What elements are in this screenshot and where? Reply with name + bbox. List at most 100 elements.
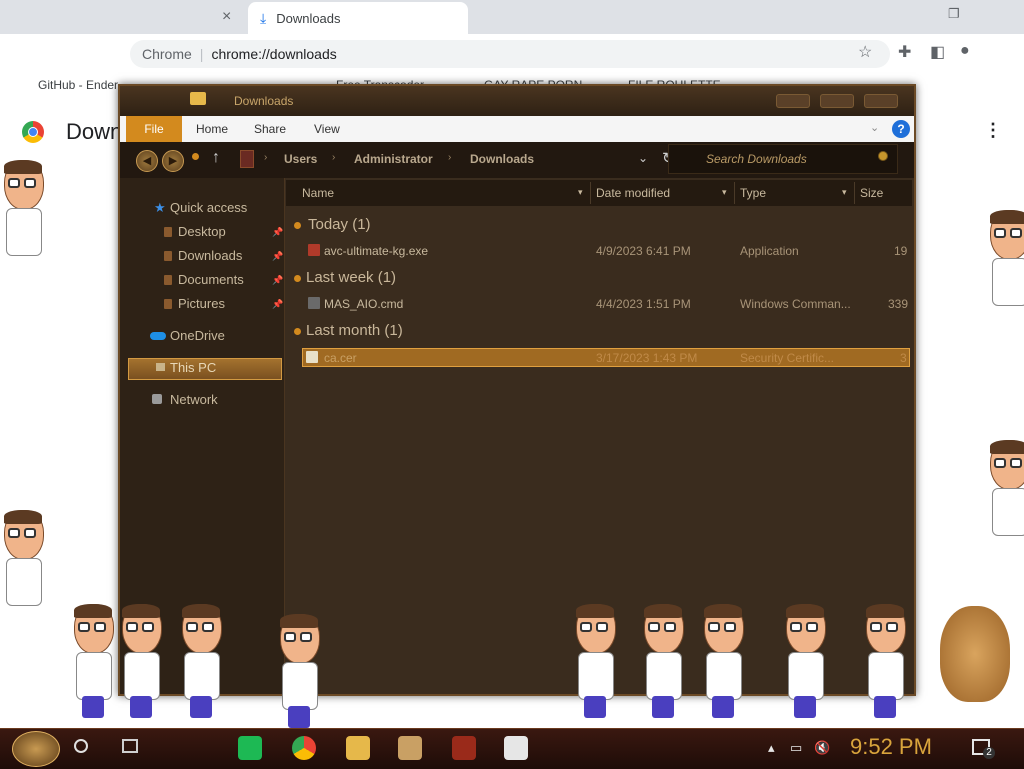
app-taskbar-icon[interactable]: [452, 736, 476, 760]
cartoon-character: [178, 604, 224, 724]
address-app-name: Chrome: [142, 46, 192, 62]
nav-item-documents[interactable]: Documents: [178, 272, 244, 287]
pin-icon[interactable]: 📌: [272, 251, 283, 262]
onedrive-cloud-icon: [150, 332, 166, 340]
nav-quick-access[interactable]: Quick access: [170, 200, 247, 215]
file-name[interactable]: avc-ultimate-kg.exe: [324, 244, 428, 258]
column-size[interactable]: Size: [860, 186, 883, 200]
pin-icon[interactable]: 📌: [272, 275, 283, 286]
ribbon-tab-view[interactable]: View: [314, 122, 340, 136]
back-button[interactable]: ◀: [136, 150, 158, 172]
minimize-button[interactable]: [776, 94, 810, 108]
breadcrumb-users[interactable]: Users: [284, 152, 317, 166]
cartoon-character: [0, 510, 46, 630]
up-arrow-icon[interactable]: ↑: [212, 149, 220, 167]
extensions-icon[interactable]: ✚: [898, 42, 911, 62]
column-dropdown-icon[interactable]: ▾: [578, 187, 583, 198]
address-dropdown-icon[interactable]: ⌄: [638, 151, 648, 165]
nav-onedrive[interactable]: OneDrive: [170, 328, 225, 343]
location-icon: [240, 150, 254, 168]
pin-icon[interactable]: 📌: [272, 299, 283, 310]
ribbon-tab-file[interactable]: File: [126, 116, 182, 142]
nav-item-downloads[interactable]: Downloads: [178, 248, 242, 263]
app-taskbar-icon[interactable]: [398, 736, 422, 760]
help-icon[interactable]: ?: [892, 120, 910, 138]
file-name[interactable]: MAS_AIO.cmd: [324, 297, 403, 311]
ribbon-tab-share[interactable]: Share: [254, 122, 286, 136]
pin-icon[interactable]: 📌: [272, 227, 283, 238]
certificate-file-icon: [306, 351, 318, 363]
file-date: 4/9/2023 6:41 PM: [596, 244, 691, 258]
volume-muted-icon[interactable]: 🔇: [814, 740, 830, 756]
breadcrumb-separator: ›: [448, 152, 452, 163]
browser-tab-strip: [0, 0, 1024, 34]
ribbon-tab-home[interactable]: Home: [196, 122, 228, 136]
explorer-title: Downloads: [234, 94, 294, 108]
nav-network[interactable]: Network: [170, 392, 218, 407]
folder-icon: [190, 92, 206, 105]
bookmark-star-icon[interactable]: ☆: [858, 42, 872, 62]
group-collapse-icon[interactable]: [294, 328, 301, 335]
address-url: chrome://downloads: [211, 46, 337, 62]
cartoon-character: [986, 440, 1024, 560]
file-type: Application: [740, 244, 799, 258]
task-view-icon[interactable]: [122, 739, 138, 753]
close-tab-icon[interactable]: ×: [222, 8, 231, 26]
bookmark-item[interactable]: GitHub - Ender: [38, 78, 118, 92]
group-header-today[interactable]: Today (1): [308, 216, 371, 233]
breadcrumb-administrator[interactable]: Administrator: [354, 152, 433, 166]
file-type: Security Certific...: [740, 351, 835, 365]
taskbar-clock[interactable]: 9:52 PM: [850, 734, 932, 760]
ribbon-expand-icon[interactable]: ⌄: [870, 121, 879, 134]
group-header-last-month[interactable]: Last month (1): [306, 322, 403, 339]
column-dropdown-icon[interactable]: ▾: [842, 187, 847, 198]
file-type: Windows Comman...: [740, 297, 851, 311]
recent-locations-icon[interactable]: [192, 153, 199, 160]
chrome-logo-icon: [22, 121, 44, 143]
nav-item-desktop[interactable]: Desktop: [178, 224, 226, 239]
nav-this-pc[interactable]: This PC: [170, 360, 216, 375]
profile-icon[interactable]: ●: [960, 42, 970, 60]
column-name[interactable]: Name: [302, 186, 334, 200]
documents-icon: [164, 275, 172, 285]
breadcrumb-separator: ›: [264, 152, 268, 163]
pictures-icon: [164, 299, 172, 309]
app-taskbar-icon[interactable]: [504, 736, 528, 760]
window-restore-icon[interactable]: ❐: [948, 6, 960, 22]
file-explorer-taskbar-icon[interactable]: [346, 736, 370, 760]
file-date: 3/17/2023 1:43 PM: [596, 351, 698, 365]
file-name[interactable]: ca.cer: [324, 351, 357, 365]
group-header-last-week[interactable]: Last week (1): [306, 269, 396, 286]
group-collapse-icon[interactable]: [294, 275, 301, 282]
more-menu-icon[interactable]: ⋮: [984, 120, 1002, 141]
maximize-button[interactable]: [820, 94, 854, 108]
computer-icon: [156, 363, 165, 371]
close-button[interactable]: [864, 94, 898, 108]
file-size: 19: [894, 244, 908, 258]
breadcrumb-downloads[interactable]: Downloads: [470, 152, 534, 166]
tray-chevron-icon[interactable]: ▴: [768, 740, 775, 756]
column-divider[interactable]: [854, 182, 855, 204]
forward-button[interactable]: ▶: [162, 150, 184, 172]
network-tray-icon[interactable]: ▭: [790, 740, 802, 756]
spotify-icon[interactable]: [238, 736, 262, 760]
browser-tab-downloads[interactable]: ⤓ Downloads: [248, 2, 468, 34]
column-divider[interactable]: [590, 182, 591, 204]
chrome-taskbar-icon[interactable]: [292, 736, 316, 760]
cartoon-character: [0, 160, 46, 280]
column-date-modified[interactable]: Date modified: [596, 186, 670, 200]
star-icon: ★: [154, 200, 166, 215]
start-button[interactable]: [12, 731, 60, 767]
address-bar[interactable]: Chrome | chrome://downloads: [130, 40, 890, 68]
column-dropdown-icon[interactable]: ▾: [722, 187, 727, 198]
column-type[interactable]: Type: [740, 186, 766, 200]
group-collapse-icon[interactable]: [294, 222, 301, 229]
column-divider[interactable]: [734, 182, 735, 204]
search-icon[interactable]: [878, 151, 888, 161]
cartoon-character: [862, 604, 908, 724]
nav-item-pictures[interactable]: Pictures: [178, 296, 225, 311]
cortana-icon[interactable]: [74, 739, 88, 753]
sidepanel-icon[interactable]: ◧: [930, 42, 945, 62]
search-placeholder: Search Downloads: [706, 152, 807, 166]
cartoon-character: [986, 210, 1024, 330]
